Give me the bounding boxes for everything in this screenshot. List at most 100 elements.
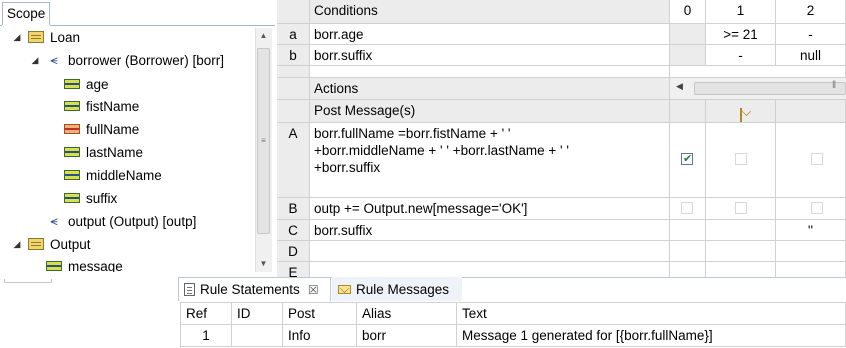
empty-area (0, 277, 178, 348)
association-icon: ⪪ (50, 213, 58, 228)
tab-placeholder (4, 279, 52, 283)
attribute-icon (64, 170, 80, 180)
expand-triangle-icon[interactable]: ◢ (30, 55, 40, 66)
grid-header-id[interactable]: ID (232, 303, 283, 325)
entity-icon (28, 238, 44, 250)
post-message-cell[interactable] (706, 100, 776, 123)
tree-item-loan[interactable]: ◢ Loan (12, 27, 81, 47)
document-icon (184, 283, 195, 296)
checkbox[interactable] (681, 202, 693, 214)
message-envelope-icon[interactable] (740, 108, 742, 122)
action-value-cell[interactable] (670, 220, 706, 241)
attribute-icon (64, 193, 80, 203)
derived-attribute-icon (64, 124, 80, 134)
condition-id: b (277, 45, 310, 66)
tree-item-label: age (86, 76, 109, 92)
tree-item-borrower[interactable]: ◢ ⪪ borrower (Borrower) [borr] (30, 50, 225, 70)
spacer-cell (310, 66, 670, 78)
grid-header-text[interactable]: Text (457, 303, 846, 325)
action-value-cell[interactable] (670, 262, 706, 277)
action-id: C (277, 220, 310, 241)
action-value-cell[interactable] (706, 220, 776, 241)
action-check-cell[interactable] (706, 123, 776, 198)
expand-triangle-icon[interactable]: ◢ (12, 239, 22, 250)
action-value-cell[interactable] (706, 241, 776, 262)
close-icon[interactable]: ☒ (308, 283, 319, 297)
grid-cell-ref[interactable]: 1 (181, 325, 232, 347)
checkbox[interactable] (811, 202, 823, 214)
condition-id: a (277, 24, 310, 45)
attribute-icon (46, 261, 62, 271)
scroll-up-icon[interactable]: ▲ (255, 28, 272, 44)
column-header-0[interactable]: 0 (670, 0, 706, 24)
horizontal-scrollbar[interactable]: ◀ ‖ (670, 78, 846, 100)
action-check-cell[interactable] (706, 198, 776, 220)
grid-header-ref[interactable]: Ref (181, 303, 232, 325)
action-line: borr.fullName =borr.fistName + ' ' (314, 126, 511, 141)
grid-cell-alias[interactable]: borr (357, 325, 457, 347)
action-value-cell[interactable] (776, 262, 846, 277)
tree-item-middlename[interactable]: middleName (64, 165, 162, 185)
tree-item-fistname[interactable]: fistName (64, 96, 139, 116)
spacer-cell (277, 66, 310, 78)
tab-rule-statements[interactable]: Rule Statements ☒ (178, 277, 331, 301)
grip-icon: ‖ (832, 80, 837, 91)
tree-item-label: fistName (86, 98, 140, 114)
conditions-header: Conditions (310, 0, 670, 24)
grid-header-alias[interactable]: Alias (357, 303, 457, 325)
entity-icon (28, 31, 44, 43)
checkbox[interactable] (735, 202, 747, 214)
action-expression[interactable]: borr.suffix (310, 220, 670, 241)
action-value-cell[interactable] (670, 241, 706, 262)
grid-cell-text[interactable]: Message 1 generated for [{borr.fullName}… (457, 325, 846, 347)
scrollbar-thumb[interactable] (694, 82, 846, 95)
tree-item-output[interactable]: ◢ Output (12, 234, 91, 254)
action-check-cell[interactable] (776, 123, 846, 198)
tree-item-output-assoc[interactable]: ⪪ output (Output) [outp] (46, 211, 196, 231)
tree-item-lastname[interactable]: lastName (64, 142, 143, 162)
grid-cell-post[interactable]: Info (283, 325, 357, 347)
action-expression[interactable]: borr.fullName =borr.fistName + ' ' +borr… (310, 123, 670, 198)
condition-expression[interactable]: borr.age (310, 24, 670, 45)
action-check-cell[interactable] (670, 123, 706, 198)
condition-expression[interactable]: borr.suffix (310, 45, 670, 66)
action-check-cell[interactable] (670, 198, 706, 220)
condition-value-cell[interactable] (670, 24, 706, 45)
tab-scope[interactable]: Scope (2, 2, 50, 25)
column-header-2[interactable]: 2 (776, 0, 846, 24)
tree-item-label: Loan (50, 29, 81, 45)
condition-value-cell[interactable]: - (776, 24, 846, 45)
tab-rule-messages[interactable]: Rule Messages (332, 277, 462, 301)
action-value-cell[interactable]: '' (776, 220, 846, 241)
action-expression[interactable] (310, 262, 670, 277)
tab-divider (0, 25, 2, 26)
grip-icon: ≡ (261, 136, 266, 145)
grid-header-post[interactable]: Post (283, 303, 357, 325)
scroll-down-icon[interactable]: ▼ (255, 256, 272, 272)
condition-value-cell[interactable]: - (706, 45, 776, 66)
action-value-cell[interactable] (776, 241, 846, 262)
tree-item-message[interactable]: message (46, 257, 123, 272)
column-header-1[interactable]: 1 (706, 0, 776, 24)
tree-item-fullname[interactable]: fullName (64, 119, 139, 139)
condition-value-cell[interactable] (670, 45, 706, 66)
tree-item-suffix[interactable]: suffix (64, 188, 117, 208)
action-value-cell[interactable] (706, 262, 776, 277)
tree-item-age[interactable]: age (64, 74, 109, 94)
action-check-cell[interactable] (776, 198, 846, 220)
checked-checkbox[interactable] (681, 151, 693, 168)
action-expression[interactable] (310, 241, 670, 262)
row-id-header (277, 78, 310, 100)
scroll-left-icon[interactable]: ◀ (676, 81, 683, 92)
condition-value-cell[interactable]: >= 21 (706, 24, 776, 45)
expand-triangle-icon[interactable]: ◢ (12, 32, 22, 43)
action-expression[interactable]: outp += Output.new[message='OK'] (310, 198, 670, 220)
post-message-cell[interactable] (776, 100, 846, 123)
checkbox[interactable] (735, 153, 747, 165)
condition-value-cell[interactable]: null (776, 45, 846, 66)
action-id: D (277, 241, 310, 262)
grid-cell-id[interactable] (232, 325, 283, 347)
post-message-cell[interactable] (670, 100, 706, 123)
checkbox[interactable] (811, 153, 823, 165)
envelope-icon (338, 284, 351, 294)
